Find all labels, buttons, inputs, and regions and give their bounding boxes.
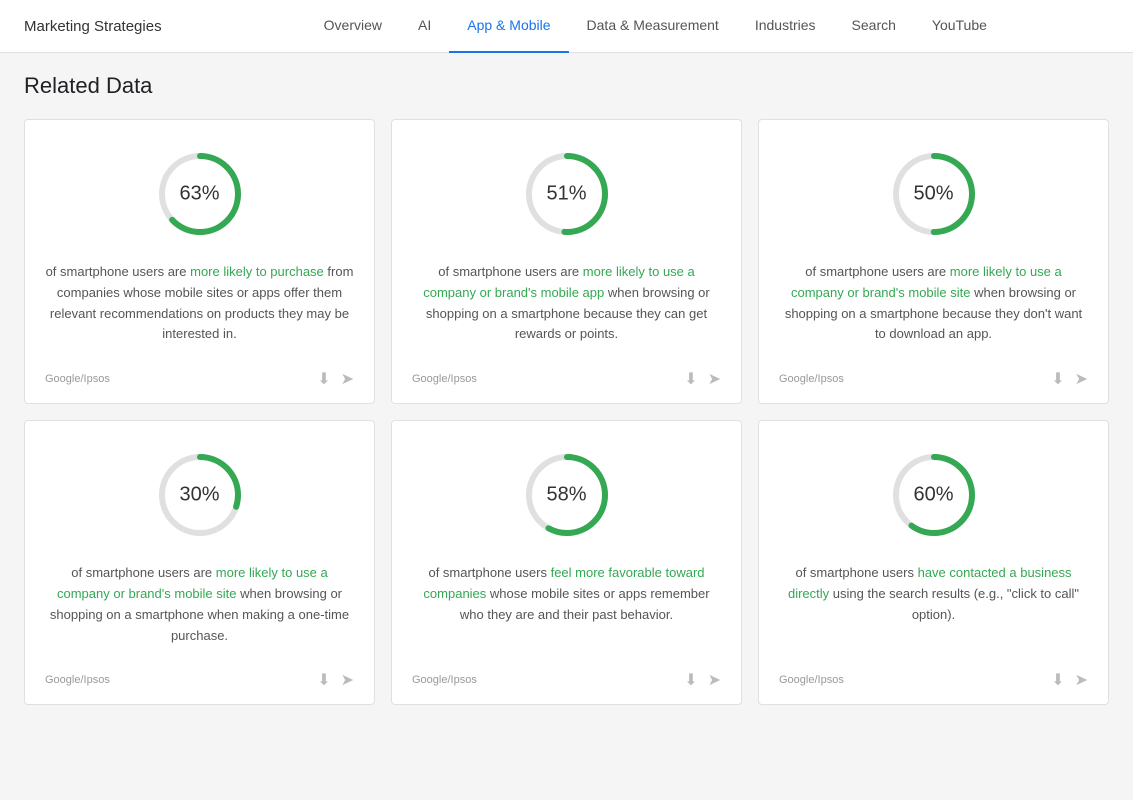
card-highlight-1: more likely to use a company or brand's …	[423, 264, 695, 300]
cards-grid: 63% of smartphone users are more likely t…	[24, 119, 1109, 705]
card-source-2: Google/Ipsos	[779, 373, 844, 385]
share-icon-2[interactable]: ➤	[1075, 369, 1088, 389]
card-actions-3: ⬇➤	[317, 670, 354, 690]
nav-item-youtube[interactable]: YouTube	[914, 0, 1005, 53]
card-highlight-2: more likely to use a company or brand's …	[791, 264, 1062, 300]
share-icon-4[interactable]: ➤	[708, 670, 721, 690]
card-footer-3: Google/Ipsos⬇➤	[45, 662, 354, 690]
nav-item-data---measurement[interactable]: Data & Measurement	[569, 0, 737, 53]
card-footer-4: Google/Ipsos⬇➤	[412, 662, 721, 690]
donut-chart-2: 50%	[884, 144, 984, 244]
card-highlight-0: more likely to purchase	[190, 264, 324, 279]
donut-label-3: 30%	[179, 484, 219, 507]
card-actions-5: ⬇➤	[1051, 670, 1088, 690]
card-source-1: Google/Ipsos	[412, 373, 477, 385]
download-icon-1[interactable]: ⬇	[684, 369, 697, 389]
card-highlight-5: have contacted a business directly	[788, 565, 1072, 601]
share-icon-5[interactable]: ➤	[1075, 670, 1088, 690]
card-source-3: Google/Ipsos	[45, 674, 110, 686]
donut-chart-4: 58%	[517, 445, 617, 545]
share-icon-0[interactable]: ➤	[341, 369, 354, 389]
donut-label-2: 50%	[913, 183, 953, 206]
download-icon-5[interactable]: ⬇	[1051, 670, 1064, 690]
download-icon-0[interactable]: ⬇	[317, 369, 330, 389]
download-icon-3[interactable]: ⬇	[317, 670, 330, 690]
card-source-5: Google/Ipsos	[779, 674, 844, 686]
card-2: 50% of smartphone users are more likely t…	[758, 119, 1109, 404]
card-highlight-3: more likely to use a company or brand's …	[57, 565, 328, 601]
card-text-0: of smartphone users are more likely to p…	[45, 262, 354, 345]
donut-label-5: 60%	[913, 484, 953, 507]
card-3: 30% of smartphone users are more likely t…	[24, 420, 375, 705]
card-text-4: of smartphone users feel more favorable …	[412, 563, 721, 646]
download-icon-2[interactable]: ⬇	[1051, 369, 1064, 389]
site-title: Marketing Strategies	[24, 18, 162, 35]
card-footer-0: Google/Ipsos⬇➤	[45, 361, 354, 389]
download-icon-4[interactable]: ⬇	[684, 670, 697, 690]
card-actions-1: ⬇➤	[684, 369, 721, 389]
donut-chart-1: 51%	[517, 144, 617, 244]
card-text-2: of smartphone users are more likely to u…	[779, 262, 1088, 345]
card-4: 58% of smartphone users feel more favorab…	[391, 420, 742, 705]
card-actions-0: ⬇➤	[317, 369, 354, 389]
donut-chart-3: 30%	[150, 445, 250, 545]
header: Marketing Strategies OverviewAIApp & Mob…	[0, 0, 1133, 53]
donut-label-0: 63%	[179, 183, 219, 206]
nav-item-ai[interactable]: AI	[400, 0, 449, 53]
page-title: Related Data	[24, 73, 1109, 99]
card-actions-4: ⬇➤	[684, 670, 721, 690]
card-text-3: of smartphone users are more likely to u…	[45, 563, 354, 646]
card-source-4: Google/Ipsos	[412, 674, 477, 686]
nav-item-industries[interactable]: Industries	[737, 0, 834, 53]
nav-item-app---mobile[interactable]: App & Mobile	[449, 0, 568, 53]
card-text-5: of smartphone users have contacted a bus…	[779, 563, 1088, 646]
card-text-1: of smartphone users are more likely to u…	[412, 262, 721, 345]
card-5: 60% of smartphone users have contacted a …	[758, 420, 1109, 705]
card-footer-5: Google/Ipsos⬇➤	[779, 662, 1088, 690]
card-1: 51% of smartphone users are more likely t…	[391, 119, 742, 404]
card-footer-1: Google/Ipsos⬇➤	[412, 361, 721, 389]
card-0: 63% of smartphone users are more likely t…	[24, 119, 375, 404]
card-actions-2: ⬇➤	[1051, 369, 1088, 389]
nav-item-overview[interactable]: Overview	[306, 0, 400, 53]
donut-chart-0: 63%	[150, 144, 250, 244]
main-nav: OverviewAIApp & MobileData & Measurement…	[202, 0, 1109, 53]
nav-item-search[interactable]: Search	[834, 0, 914, 53]
card-highlight-4: feel more favorable toward companies	[423, 565, 704, 601]
donut-chart-5: 60%	[884, 445, 984, 545]
donut-label-1: 51%	[546, 183, 586, 206]
share-icon-3[interactable]: ➤	[341, 670, 354, 690]
card-footer-2: Google/Ipsos⬇➤	[779, 361, 1088, 389]
share-icon-1[interactable]: ➤	[708, 369, 721, 389]
card-source-0: Google/Ipsos	[45, 373, 110, 385]
donut-label-4: 58%	[546, 484, 586, 507]
main-content: Related Data 63% of smartphone users are …	[0, 53, 1133, 800]
